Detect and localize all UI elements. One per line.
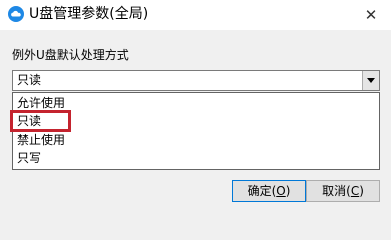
ok-button[interactable]: 确定(O) [232, 180, 306, 202]
section-label: 例外U盘默认处理方式 [12, 48, 129, 62]
title-bar: U盘管理参数(全局) ✕ [0, 0, 391, 30]
dropdown-list: 允许使用 只读 禁止使用 只写 [12, 92, 380, 170]
option-forbid[interactable]: 禁止使用 [14, 132, 378, 149]
window-title: U盘管理参数(全局) [29, 6, 149, 22]
chevron-down-icon[interactable] [362, 71, 379, 90]
close-icon[interactable]: ✕ [351, 0, 391, 30]
option-allow[interactable]: 允许使用 [14, 95, 378, 112]
default-action-combobox[interactable]: 只读 [12, 70, 380, 91]
option-read-only[interactable]: 只读 [14, 113, 378, 130]
option-write-only[interactable]: 只写 [14, 150, 378, 167]
cloud-app-icon [8, 6, 24, 22]
cancel-accelerator: C [350, 184, 360, 198]
ok-accelerator: O [276, 184, 286, 198]
combobox-value: 只读 [17, 73, 42, 87]
cancel-label: 取消 [322, 184, 347, 198]
cancel-button[interactable]: 取消(C) [306, 180, 380, 202]
ok-label: 确定 [247, 184, 272, 198]
